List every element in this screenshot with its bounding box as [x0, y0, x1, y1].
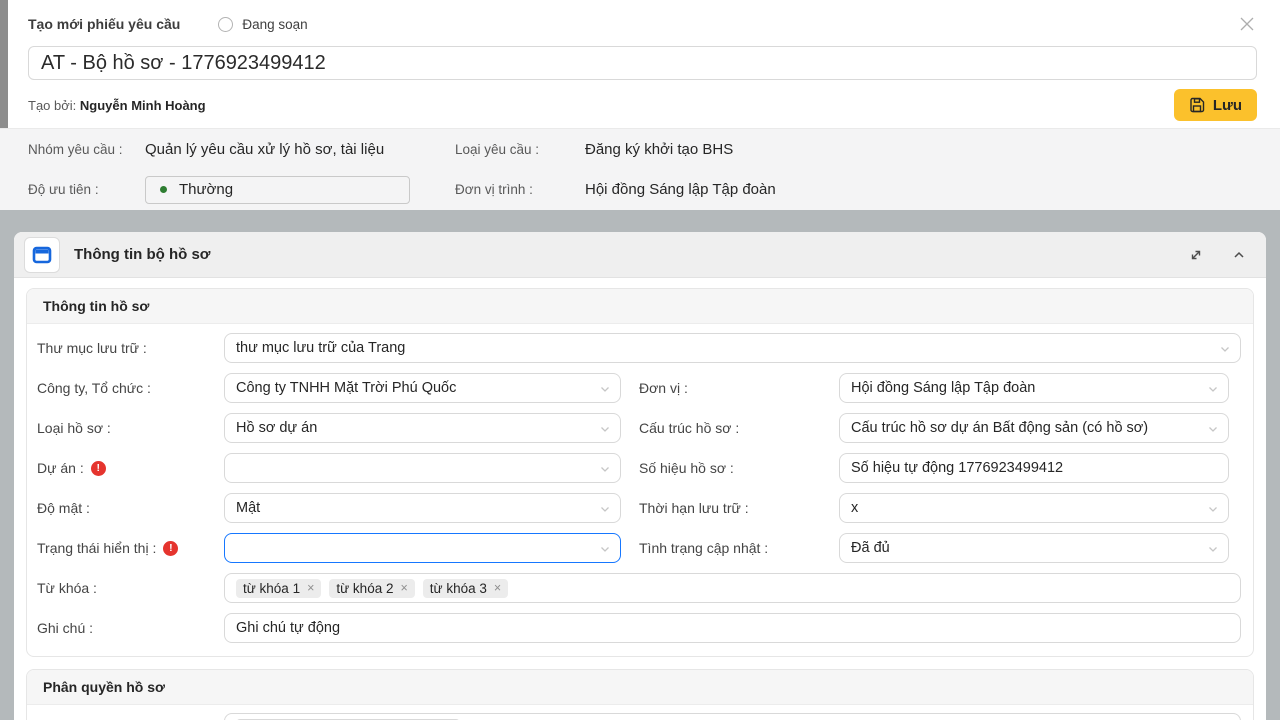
structure-select[interactable]: Cấu trúc hồ sơ dự án Bất động sản (có hồ…	[839, 413, 1229, 443]
dossier-card: Thông tin bộ hồ sơ Thông tin hồ sơ	[14, 232, 1266, 720]
keyword-chip[interactable]: từ khóa 1 ×	[236, 579, 321, 598]
info-section: Thông tin hồ sơ Thư mục lưu trữ : thư mụ…	[26, 288, 1254, 657]
request-meta-band: Nhóm yêu cầu : Quản lý yêu cầu xử lý hồ …	[0, 128, 1280, 210]
chevron-down-icon	[1207, 503, 1219, 519]
dossier-card-header: Thông tin bộ hồ sơ	[14, 232, 1266, 278]
structure-value: Cấu trúc hồ sơ dự án Bất động sản (có hồ…	[851, 420, 1148, 436]
collapse-chevron-icon[interactable]	[1232, 248, 1246, 262]
project-label: Dự án : !	[27, 460, 224, 476]
company-value: Công ty TNHH Mặt Trời Phú Quốc	[236, 380, 456, 396]
secrecy-label: Độ mật :	[27, 500, 224, 516]
doctype-select[interactable]: Hồ sơ dự án	[224, 413, 621, 443]
info-section-title: Thông tin hồ sơ	[27, 289, 1253, 324]
chevron-down-icon	[599, 423, 611, 439]
keywords-field[interactable]: từ khóa 1 × từ khóa 2 × từ khóa 3 ×	[224, 573, 1241, 603]
retention-select[interactable]: x	[839, 493, 1229, 523]
update-status-value: Đã đủ	[851, 540, 890, 556]
display-status-label: Trạng thái hiển thị : !	[27, 540, 224, 556]
chevron-down-icon	[1219, 343, 1231, 359]
created-by-name: Nguyễn Minh Hoàng	[80, 98, 206, 113]
status-radio[interactable]: Đang soạn	[218, 17, 307, 32]
unit-label: Đơn vị :	[621, 380, 839, 396]
note-value: Ghi chú tự động	[236, 620, 340, 636]
retention-value: x	[851, 500, 858, 516]
secrecy-select[interactable]: Mật	[224, 493, 621, 523]
secrecy-value: Mật	[236, 500, 260, 516]
folder-value: thư mục lưu trữ của Trang	[236, 340, 405, 356]
update-status-select[interactable]: Đã đủ	[839, 533, 1229, 563]
request-type-label: Loại yêu cầu :	[455, 142, 585, 157]
priority-value: Thường	[179, 181, 233, 198]
chevron-down-icon	[1207, 423, 1219, 439]
company-label: Công ty, Tổ chức :	[27, 380, 224, 396]
keywords-label: Từ khóa :	[27, 580, 224, 596]
doctype-label: Loại hồ sơ :	[27, 420, 224, 436]
company-select[interactable]: Công ty TNHH Mặt Trời Phú Quốc	[224, 373, 621, 403]
structure-label: Cấu trúc hồ sơ :	[621, 420, 839, 436]
chevron-down-icon	[599, 543, 611, 559]
keyword-chip-label: từ khóa 2	[336, 581, 393, 596]
code-label: Số hiệu hồ sơ :	[621, 460, 839, 476]
save-button-label: Lưu	[1213, 97, 1242, 114]
update-status-label: Tình trạng cập nhật :	[621, 540, 839, 556]
required-error-icon: !	[163, 541, 178, 556]
chevron-down-icon	[1207, 543, 1219, 559]
chevron-down-icon	[599, 383, 611, 399]
code-value: Số hiệu tự động 1776923499412	[851, 460, 1063, 476]
created-by-label: Tạo bởi:	[28, 98, 76, 113]
keyword-chip-label: từ khóa 1	[243, 581, 300, 596]
folder-label: Thư mục lưu trữ :	[27, 340, 224, 356]
keyword-chip[interactable]: từ khóa 3 ×	[423, 579, 508, 598]
doctype-value: Hồ sơ dự án	[236, 420, 317, 436]
submit-unit-value: Hội đồng Sáng lập Tập đoàn	[585, 181, 1280, 198]
request-group-label: Nhóm yêu cầu :	[28, 142, 145, 157]
keyword-chip[interactable]: từ khóa 2 ×	[329, 579, 414, 598]
request-type-value: Đăng ký khởi tạo BHS	[585, 141, 1280, 158]
priority-select[interactable]: Thường	[145, 176, 410, 204]
submit-unit-label: Đơn vị trình :	[455, 182, 585, 197]
required-error-icon: !	[91, 461, 106, 476]
retention-label: Thời hạn lưu trữ :	[621, 500, 839, 516]
unit-value: Hội đồng Sáng lập Tập đoàn	[851, 380, 1035, 396]
owner-select[interactable]: Nguyễn Minh Hoàng (Giám đốc) ×	[224, 713, 1241, 720]
dossier-icon-box	[24, 237, 60, 273]
radio-circle-icon[interactable]	[218, 17, 233, 32]
project-select[interactable]	[224, 453, 621, 483]
created-by: Tạo bởi: Nguyễn Minh Hoàng	[28, 98, 206, 113]
priority-status-dot-icon	[160, 186, 167, 193]
priority-label: Độ ưu tiên :	[28, 182, 145, 197]
display-status-label-text: Trạng thái hiển thị :	[37, 540, 156, 556]
note-label: Ghi chú :	[27, 620, 224, 636]
remove-keyword-icon[interactable]: ×	[494, 581, 501, 595]
permission-section: Phân quyền hồ sơ Quyền owner : Nguyễn Mi…	[26, 669, 1254, 720]
status-radio-label: Đang soạn	[242, 17, 307, 32]
code-input[interactable]: Số hiệu tự động 1776923499412	[839, 453, 1229, 483]
chevron-down-icon	[1207, 383, 1219, 399]
chevron-down-icon	[599, 463, 611, 479]
dossier-card-title: Thông tin bộ hồ sơ	[74, 246, 210, 263]
keyword-chip-label: từ khóa 3	[430, 581, 487, 596]
project-label-text: Dự án :	[37, 460, 84, 476]
note-input[interactable]: Ghi chú tự động	[224, 613, 1241, 643]
remove-keyword-icon[interactable]: ×	[400, 581, 407, 595]
content-area: Thông tin bộ hồ sơ Thông tin hồ sơ	[0, 210, 1280, 720]
request-group-value: Quản lý yêu cầu xử lý hồ sơ, tài liệu	[145, 141, 455, 158]
unit-select[interactable]: Hội đồng Sáng lập Tập đoàn	[839, 373, 1229, 403]
remove-keyword-icon[interactable]: ×	[307, 581, 314, 595]
close-icon[interactable]	[1237, 14, 1257, 34]
expand-icon[interactable]	[1188, 247, 1204, 263]
modal-header: Tạo mới phiếu yêu cầu Đang soạn Tạo bởi:…	[0, 0, 1280, 128]
folder-select[interactable]: thư mục lưu trữ của Trang	[224, 333, 1241, 363]
save-button[interactable]: Lưu	[1174, 89, 1257, 121]
permission-section-title: Phân quyền hồ sơ	[27, 670, 1253, 705]
document-title-input[interactable]	[28, 46, 1257, 80]
dossier-icon	[32, 245, 52, 265]
page-title: Tạo mới phiếu yêu cầu	[28, 16, 180, 32]
chevron-down-icon	[599, 503, 611, 519]
save-icon	[1189, 97, 1205, 113]
backdrop-strip	[0, 0, 8, 128]
display-status-select[interactable]	[224, 533, 621, 563]
